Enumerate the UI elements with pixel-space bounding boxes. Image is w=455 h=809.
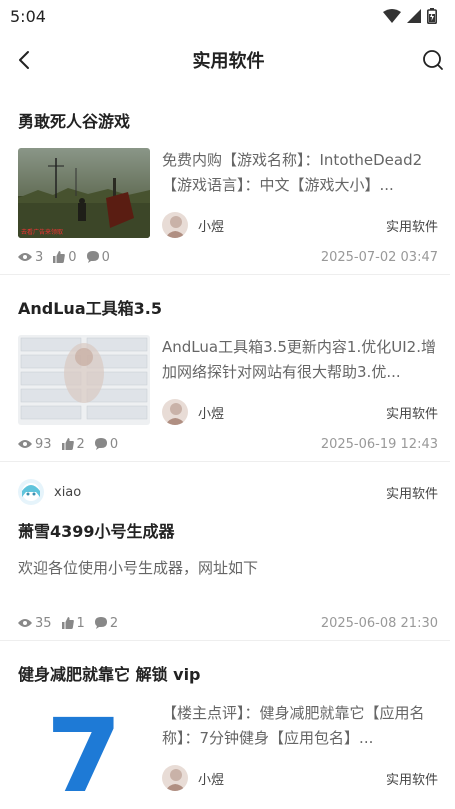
post-thumbnail: 7 <box>18 701 150 791</box>
like-count[interactable]: 1 <box>61 616 85 631</box>
page-title: 实用软件 <box>192 51 265 72</box>
author-name: 小煜 <box>198 219 225 235</box>
post-thumbnail: 去看广告来领取 <box>18 148 150 238</box>
battery-icon <box>427 8 437 24</box>
post-date: 2025-06-08 21:30 <box>320 615 438 631</box>
search-button[interactable] <box>421 48 445 72</box>
view-count: 3 <box>18 250 43 265</box>
status-bar: 5:04 <box>0 0 455 32</box>
author-name: 小煜 <box>198 772 225 788</box>
thumbnail-number: 7 <box>46 701 123 791</box>
status-time: 5:04 <box>10 6 46 26</box>
post-title: 勇敢死人谷游戏 <box>18 112 131 131</box>
post-card[interactable]: xiao 实用软件 萧雪4399小号生成器 欢迎各位使用小号生成器，网址如下 3… <box>0 462 450 641</box>
post-title: 萧雪4399小号生成器 <box>18 522 175 541</box>
post-card[interactable]: AndLua工具箱3.5 AndLua工具箱3.5更新内容1.优化UI2.增加网… <box>0 275 450 462</box>
avatar <box>162 212 188 238</box>
eye-icon <box>18 440 32 448</box>
thumbs-up-icon <box>61 438 74 450</box>
comment-icon <box>86 251 99 263</box>
back-button[interactable] <box>12 48 36 72</box>
post-date: 2025-06-19 12:43 <box>320 436 438 452</box>
post-date: 2025-07-02 03:47 <box>320 249 438 265</box>
post-excerpt: 【楼主点评】：健身减肥就靠它【应用名称】：7分钟健身【应用包名】... <box>162 704 425 747</box>
thumbs-up-icon <box>53 251 66 263</box>
post-card[interactable]: 勇敢死人谷游戏 去看广告来领取 免费内购【游戏名称】：IntotheDead2【… <box>0 88 450 275</box>
like-count[interactable]: 2 <box>61 437 85 452</box>
post-excerpt: 免费内购【游戏名称】：IntotheDead2【游戏语言】：中文【游戏大小】..… <box>162 151 423 194</box>
post-category[interactable]: 实用软件 <box>386 403 438 422</box>
eye-icon <box>18 253 32 261</box>
avatar <box>162 399 188 425</box>
comment-count[interactable]: 2 <box>94 616 118 631</box>
avatar <box>18 479 44 505</box>
eye-icon <box>18 619 32 627</box>
post-category[interactable]: 实用软件 <box>386 769 438 788</box>
post-feed: 勇敢死人谷游戏 去看广告来领取 免费内购【游戏名称】：IntotheDead2【… <box>0 88 450 791</box>
post-excerpt: AndLua工具箱3.5更新内容1.优化UI2.增加网络探针对网站有很大帮助3.… <box>162 338 436 381</box>
author-name: 小煜 <box>198 406 225 422</box>
comment-count[interactable]: 0 <box>86 250 110 265</box>
post-thumbnail <box>18 335 150 425</box>
signal-icon <box>407 9 421 23</box>
post-author[interactable]: xiao <box>18 479 81 505</box>
comment-icon <box>94 438 107 450</box>
app-bar: 实用软件 <box>0 32 455 88</box>
post-title: AndLua工具箱3.5 <box>18 299 162 318</box>
post-author[interactable]: 小煜 <box>162 765 224 791</box>
post-category[interactable]: 实用软件 <box>386 216 438 235</box>
wifi-icon <box>383 9 401 23</box>
post-title: 健身减肥就靠它 解锁 vip <box>18 665 201 684</box>
svg-text:去看广告来领取: 去看广告来领取 <box>21 228 63 236</box>
avatar <box>162 765 188 791</box>
post-author[interactable]: 小煜 <box>162 212 224 238</box>
comment-count[interactable]: 0 <box>94 437 118 452</box>
view-count: 93 <box>18 437 52 452</box>
thumbs-up-icon <box>61 617 74 629</box>
author-name: xiao <box>54 484 82 500</box>
post-card[interactable]: 健身减肥就靠它 解锁 vip 7 【楼主点评】：健身减肥就靠它【应用名称】：7分… <box>0 641 450 791</box>
search-icon <box>423 50 443 70</box>
back-arrow-icon <box>19 51 29 69</box>
post-author[interactable]: 小煜 <box>162 399 224 425</box>
post-category[interactable]: 实用软件 <box>386 483 438 502</box>
view-count: 35 <box>18 616 52 631</box>
post-excerpt: 欢迎各位使用小号生成器，网址如下 <box>18 559 259 577</box>
like-count[interactable]: 0 <box>53 250 77 265</box>
comment-icon <box>94 617 107 629</box>
status-icons <box>383 8 437 24</box>
